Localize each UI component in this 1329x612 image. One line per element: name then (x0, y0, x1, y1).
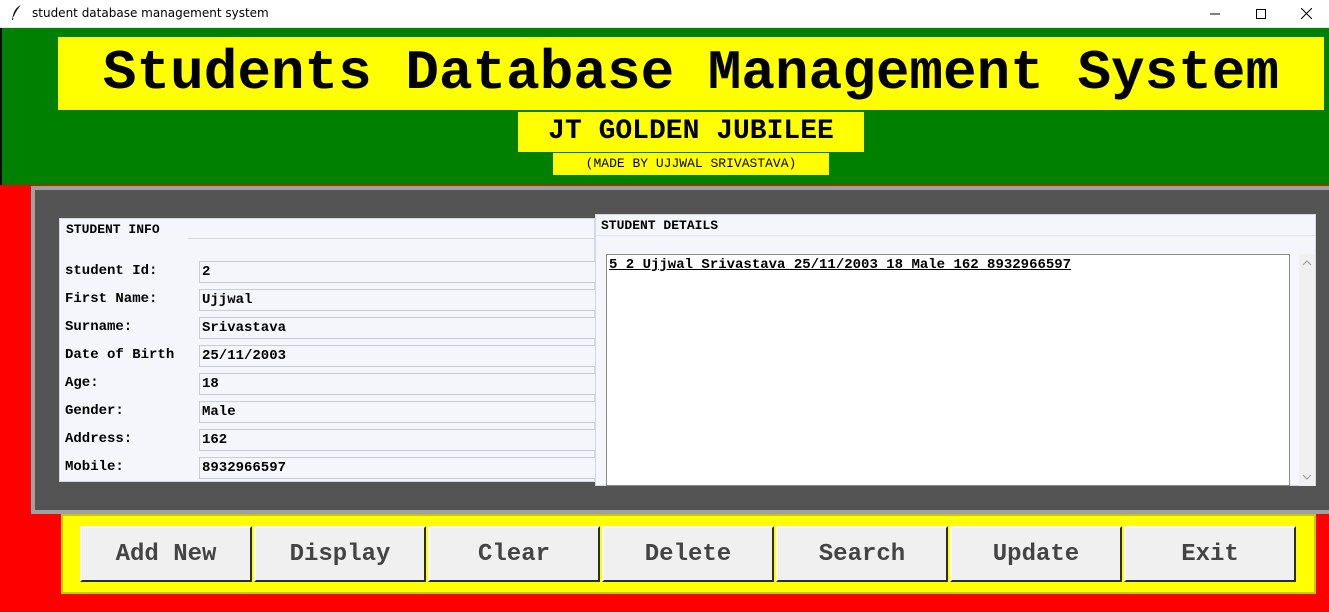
field-row-first-name: First Name: Ujjwal (65, 289, 595, 311)
frame-separator (188, 238, 594, 239)
field-row-address: Address: 162 (65, 429, 595, 451)
student-id-input[interactable]: 2 (199, 261, 595, 283)
maximize-button[interactable] (1238, 0, 1284, 27)
field-row-gender: Gender: Male (65, 401, 595, 423)
gender-label: Gender: (65, 403, 124, 419)
field-row-surname: Surname: Srivastava (65, 317, 595, 339)
header-panel: Students Database Management System JT G… (0, 28, 1329, 185)
surname-label: Surname: (65, 319, 133, 335)
clear-button[interactable]: Clear (428, 526, 600, 582)
student-info-label: STUDENT INFO (66, 222, 160, 237)
student-list[interactable]: 5 2 Ujjwal Srivastava 25/11/2003 18 Male… (606, 254, 1290, 486)
dob-input[interactable]: 25/11/2003 (199, 345, 595, 367)
age-label: Age: (65, 375, 99, 391)
sub-title: JT GOLDEN JUBILEE (518, 112, 864, 152)
minimize-button[interactable] (1192, 0, 1238, 27)
student-info-frame: STUDENT INFO student Id: 2 First Name: U… (59, 218, 595, 482)
add-new-button[interactable]: Add New (80, 526, 252, 582)
mobile-label: Mobile: (65, 459, 124, 475)
student-details-frame: STUDENT DETAILS 5 2 Ujjwal Srivastava 25… (595, 214, 1316, 486)
main-title: Students Database Management System (58, 37, 1324, 110)
field-row-student-id: student Id: 2 (65, 261, 595, 283)
student-id-label: student Id: (65, 263, 158, 279)
update-button[interactable]: Update (950, 526, 1122, 582)
scroll-up-icon[interactable] (1302, 258, 1312, 268)
field-row-age: Age: 18 (65, 373, 595, 395)
close-button[interactable] (1283, 0, 1329, 27)
scroll-down-icon[interactable] (1302, 472, 1312, 482)
address-label: Address: (65, 431, 133, 447)
maximize-icon (1256, 8, 1266, 19)
window-title-bar: student database management system (0, 0, 1329, 28)
mobile-input[interactable]: 8932966597 (199, 457, 595, 479)
address-input[interactable]: 162 (199, 429, 595, 451)
display-button[interactable]: Display (254, 526, 426, 582)
frame-separator (596, 235, 1315, 236)
list-item[interactable]: 5 2 Ujjwal Srivastava 25/11/2003 18 Male… (609, 257, 1071, 273)
field-row-mobile: Mobile: 8932966597 (65, 457, 595, 479)
delete-button[interactable]: Delete (602, 526, 774, 582)
student-details-label: STUDENT DETAILS (601, 218, 719, 233)
vertical-scrollbar[interactable] (1299, 254, 1315, 486)
first-name-input[interactable]: Ujjwal (199, 289, 595, 311)
gender-input[interactable]: Male (199, 401, 595, 423)
feather-icon (12, 4, 22, 20)
minimize-icon (1210, 13, 1220, 14)
search-button[interactable]: Search (776, 526, 948, 582)
age-input[interactable]: 18 (199, 373, 595, 395)
exit-button[interactable]: Exit (1124, 526, 1296, 582)
close-icon (1300, 8, 1312, 19)
author-label: (MADE BY UJJWAL SRIVASTAVA) (553, 153, 829, 175)
dob-label: Date of Birth (65, 347, 175, 363)
first-name-label: First Name: (65, 291, 158, 307)
window-title: student database management system (32, 6, 269, 20)
field-row-dob: Date of Birth 25/11/2003 (65, 345, 595, 367)
surname-input[interactable]: Srivastava (199, 317, 595, 339)
